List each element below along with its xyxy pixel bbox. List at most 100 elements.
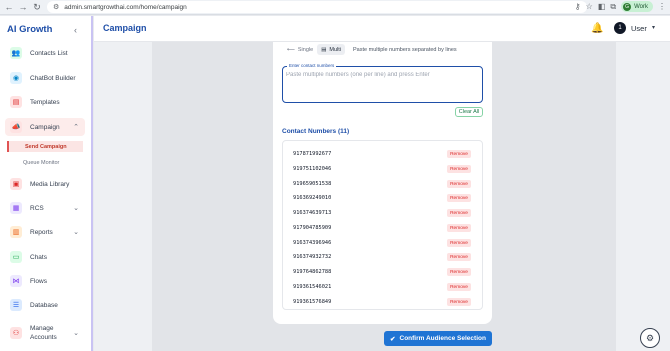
list-item: 919361576849 Remove <box>283 296 482 309</box>
phone-number: 919659051538 <box>293 181 332 187</box>
check-icon: ✔ <box>390 335 396 343</box>
bell-icon[interactable]: 🔔 <box>591 23 603 34</box>
remove-button[interactable]: Remove <box>447 150 471 158</box>
reload-icon[interactable]: ↻ <box>32 2 42 12</box>
subitem-label: Send Campaign <box>25 143 67 150</box>
sidebar-item-label: ChatBot Builder <box>30 74 76 82</box>
sidebar-item-campaign[interactable]: 📣 Campaign ⌃ <box>5 118 85 136</box>
confirm-audience-button[interactable]: ✔ Confirm Audience Selection <box>384 331 492 346</box>
input-mode-toggle: ⟵ Single ▤ Multi Paste multiple numbers … <box>283 44 457 55</box>
forward-icon[interactable]: → <box>18 2 28 12</box>
avatar[interactable]: 1 <box>614 22 626 34</box>
key-icon[interactable]: ⚷ <box>575 2 581 11</box>
list-item: 919764862788 Remove <box>283 266 482 279</box>
sidebar-item-label: Media Library <box>30 180 70 188</box>
sidebar: AI Growth ‹ 👥 Contacts List ◉ ChatBot Bu… <box>0 16 93 351</box>
phone-number: 917904785909 <box>293 225 332 231</box>
sidebar-subitem-send-campaign[interactable]: Send Campaign <box>7 141 83 152</box>
database-icon: ☰ <box>10 299 22 311</box>
back-icon[interactable]: ← <box>4 2 14 12</box>
profile-chip[interactable]: G Work <box>621 1 653 12</box>
sidebar-subitem-queue-monitor[interactable]: Queue Monitor <box>7 157 83 168</box>
sidebar-item-database[interactable]: ☰ Database <box>5 296 85 314</box>
contacts-heading: Contact Numbers (11) <box>282 128 350 135</box>
accounts-icon: ⚇ <box>10 327 22 339</box>
chevron-down-icon: ⌄ <box>73 330 79 337</box>
phone-number: 917871992677 <box>293 151 332 157</box>
extension-icon[interactable]: ◧ <box>598 2 606 11</box>
star-icon[interactable]: ☆ <box>586 2 593 11</box>
template-icon: ▤ <box>10 96 22 108</box>
clear-all-button[interactable]: Clear All <box>455 107 483 117</box>
sidebar-item-chatbot-builder[interactable]: ◉ ChatBot Builder <box>5 69 85 87</box>
remove-button[interactable]: Remove <box>447 253 471 261</box>
phone-number: 919361546021 <box>293 284 332 290</box>
sidebar-item-label: Campaign <box>30 123 60 131</box>
profile-label: Work <box>634 3 648 10</box>
top-header: Campaign 🔔 1 User ▾ <box>94 16 670 42</box>
address-bar[interactable]: ⚙ admin.smartgrowthai.com/home/campaign <box>47 1 587 13</box>
chevron-down-icon: ⌄ <box>73 229 79 236</box>
sidebar-item-label: Database <box>30 301 58 309</box>
phone-number: 916374396946 <box>293 240 332 246</box>
arrow-left-icon: ⟵ <box>287 46 295 53</box>
sidebar-item-reports[interactable]: ▥ Reports ⌄ <box>5 223 85 241</box>
mode-single-button[interactable]: ⟵ Single <box>283 44 317 55</box>
remove-button[interactable]: Remove <box>447 194 471 202</box>
remove-button[interactable]: Remove <box>447 268 471 276</box>
page-title: Campaign <box>103 23 147 33</box>
remove-button[interactable]: Remove <box>447 224 471 232</box>
sidebar-item-contacts-list[interactable]: 👥 Contacts List <box>5 44 85 62</box>
site-settings-icon[interactable]: ⚙ <box>53 3 59 11</box>
reports-icon: ▥ <box>10 226 22 238</box>
caret-down-icon[interactable]: ▾ <box>652 24 655 31</box>
audience-card: ⟵ Single ▤ Multi Paste multiple numbers … <box>273 42 492 324</box>
phone-number: 916369249010 <box>293 195 332 201</box>
remove-button[interactable]: Remove <box>447 239 471 247</box>
mode-multi-button[interactable]: ▤ Multi <box>317 44 346 55</box>
remove-button[interactable]: Remove <box>447 298 471 306</box>
help-fab-icon[interactable]: ⚙ <box>640 328 660 348</box>
sidebar-item-media-library[interactable]: ▣ Media Library <box>5 175 85 193</box>
puzzle-icon[interactable]: ⧉ <box>610 2 616 12</box>
contacts-icon: 👥 <box>10 47 22 59</box>
sidebar-item-rcs[interactable]: ▦ RCS ⌄ <box>5 199 85 217</box>
collapse-sidebar-icon[interactable]: ‹ <box>74 25 77 35</box>
contact-numbers-field: Enter contact numbers <box>282 63 483 103</box>
sidebar-item-chats[interactable]: ▭ Chats <box>5 248 85 266</box>
profile-avatar: G <box>623 2 632 11</box>
phone-number: 919751102046 <box>293 166 332 172</box>
brand-logo[interactable]: AI Growth <box>7 24 52 35</box>
list-item: 919361546021 Remove <box>283 281 482 294</box>
mode-single-label: Single <box>297 46 314 53</box>
chatbot-icon: ◉ <box>10 72 22 84</box>
contact-numbers-input[interactable] <box>286 72 476 98</box>
remove-button[interactable]: Remove <box>447 209 471 217</box>
subitem-label: Queue Monitor <box>23 159 60 166</box>
remove-button[interactable]: Remove <box>447 283 471 291</box>
phone-number: 919764862788 <box>293 269 332 275</box>
list-item: 916374932732 Remove <box>283 251 482 264</box>
sidebar-item-manage-accounts[interactable]: ⚇ Manage Accounts ⌄ <box>5 320 85 346</box>
list-item: 919659051538 Remove <box>283 178 482 191</box>
sidebar-item-label: Templates <box>30 98 60 106</box>
chevron-down-icon: ⌄ <box>73 205 79 212</box>
sidebar-item-flows[interactable]: ⋈ Flows <box>5 272 85 290</box>
list-item: 917871992677 Remove <box>283 148 482 161</box>
media-icon: ▣ <box>10 178 22 190</box>
list-item: 916374396946 Remove <box>283 237 482 250</box>
phone-number: 919361576849 <box>293 299 332 305</box>
list-item: 917904785909 Remove <box>283 222 482 235</box>
list-item: 916369249010 Remove <box>283 192 482 205</box>
sidebar-item-label: Contacts List <box>30 49 68 57</box>
remove-button[interactable]: Remove <box>447 180 471 188</box>
browser-toolbar: ← → ↻ ⚙ admin.smartgrowthai.com/home/cam… <box>0 0 670 15</box>
sidebar-item-templates[interactable]: ▤ Templates <box>5 93 85 111</box>
user-name[interactable]: User <box>631 24 647 33</box>
field-label: Enter contact numbers <box>287 63 337 68</box>
confirm-label: Confirm Audience Selection <box>399 335 486 342</box>
remove-button[interactable]: Remove <box>447 165 471 173</box>
url-text: admin.smartgrowthai.com/home/campaign <box>64 3 187 11</box>
kebab-menu-icon[interactable]: ⋮ <box>658 2 666 11</box>
sidebar-item-label: Reports <box>30 228 53 236</box>
